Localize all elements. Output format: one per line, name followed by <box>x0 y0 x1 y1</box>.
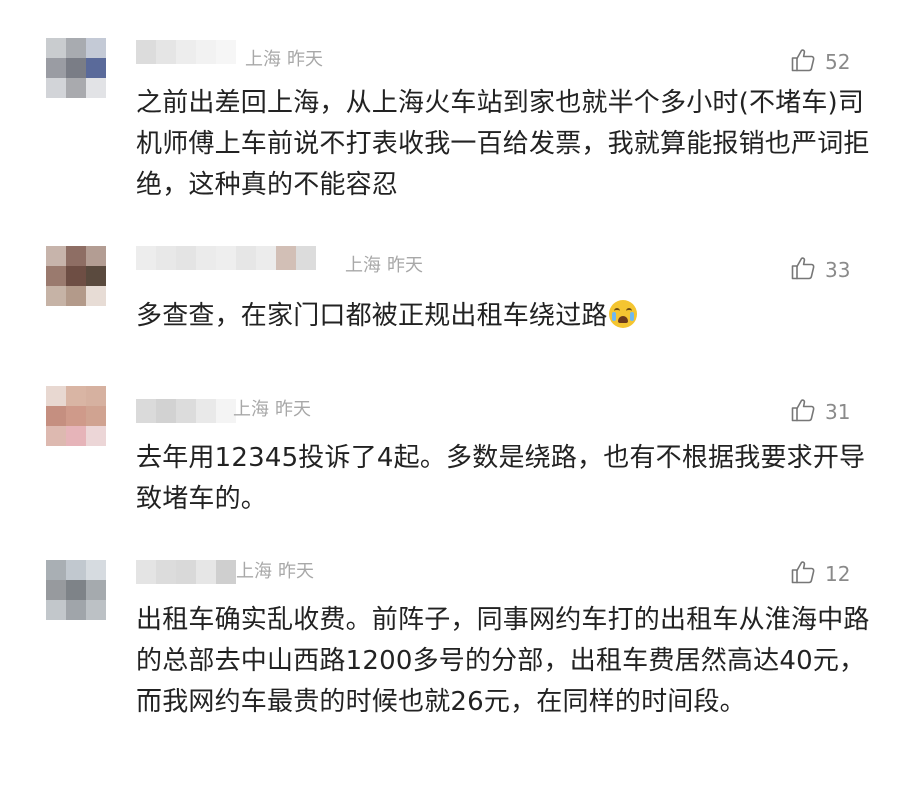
username-mosaic-tile <box>136 399 156 423</box>
avatar-mosaic-tile <box>46 580 66 600</box>
thumbs-up-icon <box>790 47 816 77</box>
avatar-mosaic-tile <box>86 266 106 286</box>
avatar-mosaic-tile <box>86 246 106 266</box>
comment-location: 上海 <box>245 49 281 70</box>
avatar-mosaic-tile <box>66 406 86 426</box>
username-mosaic-tile <box>216 246 236 270</box>
comment-time: 昨天 <box>287 49 323 70</box>
avatar-mosaic-tile <box>46 58 66 78</box>
crying-face-emoji <box>608 300 637 328</box>
username-mosaic-tile <box>176 560 196 584</box>
username-mosaic-tile <box>136 560 156 584</box>
like-button[interactable]: 12 <box>790 560 850 588</box>
thumbs-up-icon <box>790 559 816 589</box>
comment-time: 昨天 <box>278 561 314 582</box>
avatar-mosaic-tile <box>46 560 66 580</box>
avatar-mosaic-tile <box>86 38 106 58</box>
avatar-mosaic-tile <box>86 580 106 600</box>
username-mosaic-tile <box>196 246 216 270</box>
comment-text-content: 多查查，在家门口都被正规出租车绕过路 <box>136 301 608 331</box>
avatar-mosaic-tile <box>46 38 66 58</box>
avatar-mosaic-tile <box>86 286 106 306</box>
avatar-mosaic-tile <box>86 386 106 406</box>
avatar-mosaic-tile <box>46 286 66 306</box>
avatar-mosaic-tile <box>66 58 86 78</box>
comment-time: 昨天 <box>387 255 423 276</box>
like-count: 31 <box>825 400 851 424</box>
avatar-mosaic-tile <box>46 600 66 620</box>
comment-text: 去年用12345投诉了4起。多数是绕路，也有不根据我要求开导致堵车的。 <box>136 443 866 514</box>
avatar-mosaic-tile <box>46 266 66 286</box>
thumbs-up-icon <box>790 397 816 427</box>
username-mosaic-tile <box>136 40 156 64</box>
username-mosaic-tile <box>256 246 276 270</box>
avatar-mosaic-tile <box>86 78 106 98</box>
username-mosaic-tile <box>176 246 196 270</box>
avatar-mosaic-tile <box>66 246 86 266</box>
username-redacted[interactable] <box>136 560 236 584</box>
avatar-mosaic-tile <box>66 580 86 600</box>
username-mosaic-tile <box>176 40 196 64</box>
comment-text: 多查查，在家门口都被正规出租车绕过路 <box>136 296 876 337</box>
comment-text: 之前出差回上海，从上海火车站到家也就半个多小时(不堵车)司机师傅上车前说不打表收… <box>136 88 870 200</box>
username-redacted[interactable] <box>136 246 316 270</box>
username-redacted[interactable] <box>136 399 236 423</box>
username-mosaic-tile <box>156 399 176 423</box>
avatar-mosaic-tile <box>66 600 86 620</box>
username-mosaic-tile <box>216 560 236 584</box>
username-mosaic-tile <box>196 560 216 584</box>
comment-meta: 上海 昨天 <box>233 398 311 422</box>
avatar-mosaic-tile <box>86 426 106 446</box>
username-redacted[interactable] <box>136 40 236 64</box>
avatar-mosaic-tile <box>46 246 66 266</box>
thumbs-up-icon <box>790 255 816 285</box>
comment-meta: 上海 昨天 <box>245 48 323 72</box>
username-mosaic-tile <box>136 246 156 270</box>
avatar[interactable] <box>46 246 106 306</box>
like-count: 33 <box>825 258 851 282</box>
avatar[interactable] <box>46 38 106 98</box>
username-mosaic-tile <box>156 246 176 270</box>
comment-meta: 上海 昨天 <box>236 560 314 584</box>
username-mosaic-tile <box>236 246 256 270</box>
like-count: 12 <box>825 562 851 586</box>
comment-meta: 上海 昨天 <box>345 254 423 278</box>
avatar-mosaic-tile <box>86 600 106 620</box>
username-mosaic-tile <box>276 246 296 270</box>
like-button[interactable]: 33 <box>790 256 850 284</box>
avatar-mosaic-tile <box>46 426 66 446</box>
comment-location: 上海 <box>345 255 381 276</box>
avatar-mosaic-tile <box>66 386 86 406</box>
username-mosaic-tile <box>156 40 176 64</box>
avatar-mosaic-tile <box>66 78 86 98</box>
avatar-mosaic-tile <box>86 560 106 580</box>
like-button[interactable]: 31 <box>790 398 850 426</box>
avatar-mosaic-tile <box>86 406 106 426</box>
avatar[interactable] <box>46 560 106 620</box>
avatar-mosaic-tile <box>66 38 86 58</box>
username-mosaic-tile <box>156 560 176 584</box>
avatar-mosaic-tile <box>66 286 86 306</box>
avatar-mosaic-tile <box>46 386 66 406</box>
avatar-mosaic-tile <box>46 78 66 98</box>
comment-location: 上海 <box>236 561 272 582</box>
like-count: 52 <box>825 50 851 74</box>
username-mosaic-tile <box>196 40 216 64</box>
comment-time: 昨天 <box>275 399 311 420</box>
username-mosaic-tile <box>196 399 216 423</box>
avatar[interactable] <box>46 386 106 446</box>
username-mosaic-tile <box>296 246 316 270</box>
comment-location: 上海 <box>233 399 269 420</box>
username-mosaic-tile <box>176 399 196 423</box>
comment-text: 出租车确实乱收费。前阵子，同事网约车打的出租车从淮海中路的总部去中山西路1200… <box>136 605 870 717</box>
avatar-mosaic-tile <box>66 426 86 446</box>
avatar-mosaic-tile <box>86 58 106 78</box>
avatar-mosaic-tile <box>46 406 66 426</box>
avatar-mosaic-tile <box>66 560 86 580</box>
username-mosaic-tile <box>216 40 236 64</box>
like-button[interactable]: 52 <box>790 48 850 76</box>
avatar-mosaic-tile <box>66 266 86 286</box>
